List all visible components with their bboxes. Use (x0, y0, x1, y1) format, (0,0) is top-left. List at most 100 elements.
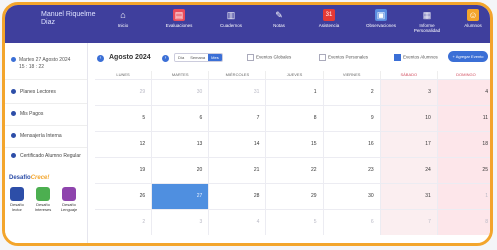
calendar-day[interactable]: 4 (209, 210, 267, 235)
checkbox-checked[interactable] (394, 54, 401, 61)
calendar-day[interactable]: 14 (209, 132, 267, 157)
calendar-day[interactable]: 11 (437, 106, 490, 131)
calendar-day[interactable]: 16 (323, 132, 381, 157)
calendar-day[interactable]: 2 (323, 80, 381, 105)
calendar-grid: LUNES MARTES MIÉRCOLES JUEVES VIERNES SÁBADO D… (95, 71, 490, 235)
calendar-day[interactable]: 3 (380, 80, 438, 105)
nav-inicio[interactable]: ⌂ Inicio (105, 9, 141, 39)
calendar-day[interactable]: 8 (266, 106, 324, 131)
filter-eventos-globales[interactable]: Eventos Globales (247, 54, 291, 61)
sidebar-item-mensajeria[interactable]: Mensajería Interna (11, 133, 81, 139)
calendar-day[interactable]: 20 (152, 158, 210, 183)
view-week-button[interactable]: Semana (187, 54, 209, 61)
day-number: 31 (253, 89, 260, 95)
calendar-day[interactable]: 22 (266, 158, 324, 183)
day-number: 23 (368, 167, 374, 173)
app-desafio-intereses[interactable]: Desafío Intereses (33, 187, 53, 212)
checkbox[interactable] (319, 54, 326, 61)
calendar-day[interactable]: 19 (95, 158, 153, 183)
calendar-day[interactable]: 30 (152, 80, 210, 105)
calendar-day-selected[interactable]: 27 (152, 184, 210, 209)
calendar-day[interactable]: 6 (152, 106, 210, 131)
current-datetime: Martes 27 Agosto 2024 15 : 18 : 22 (11, 57, 70, 71)
nav-observaciones[interactable]: ▣ Observaciones (363, 9, 399, 39)
sidebar-item-label: Mis Pagos (20, 111, 44, 117)
day-number: 28 (253, 193, 260, 199)
nav-evaluaciones[interactable]: ▤ Evaluaciones (161, 9, 197, 39)
nav-alumnos[interactable]: ☺ Alumnos (455, 9, 490, 39)
day-number: 29 (311, 193, 317, 199)
calendar-day[interactable]: 4 (437, 80, 490, 105)
calendar-day[interactable]: 9 (323, 106, 381, 131)
payment-icon (11, 111, 16, 117)
day-number: 8 (313, 115, 317, 121)
nav-label: Informe Personalidad (413, 23, 441, 33)
calendar-day[interactable]: 7 (209, 106, 267, 131)
calendar-day[interactable]: 1 (266, 80, 324, 105)
calendar-day[interactable]: 29 (266, 184, 324, 209)
calendar-day[interactable]: 17 (380, 132, 438, 157)
sidebar-item-certificado[interactable]: Certificado Alumno Regular (11, 153, 90, 159)
weekday-header: LUNES MARTES MIÉRCOLES JUEVES VIERNES SÁBADO D… (95, 71, 490, 79)
sidebar-item-label: Mensajería Interna (20, 133, 62, 139)
filter-label: Eventos Alumnos (403, 54, 438, 60)
calendar-day[interactable]: 8 (437, 210, 490, 235)
calendar-day[interactable]: 3 (152, 210, 210, 235)
calendar-day[interactable]: 7 (380, 210, 438, 235)
filter-eventos-personales[interactable]: Eventos Personales (319, 54, 368, 61)
calendar-day[interactable]: 1 (437, 184, 490, 209)
calendar-day[interactable]: 6 (323, 210, 381, 235)
nav-informe-personalidad[interactable]: ▦ Informe Personalidad (409, 9, 445, 39)
calendar-day[interactable]: 23 (323, 158, 381, 183)
calendar-day[interactable]: 10 (380, 106, 438, 131)
day-number: 7 (256, 115, 260, 121)
day-number: 22 (311, 167, 317, 173)
calendar-day[interactable]: 21 (209, 158, 267, 183)
calendar-day[interactable]: 13 (152, 132, 210, 157)
sidebar-item-mis-pagos[interactable]: Mis Pagos (11, 111, 81, 117)
calendar-day[interactable]: 28 (209, 184, 267, 209)
clipboard-icon: ▤ (173, 9, 185, 21)
calendar-day[interactable]: 31 (380, 184, 438, 209)
report-icon: ▦ (422, 10, 432, 20)
nav-label: Alumnos (464, 23, 482, 28)
divider (5, 125, 87, 126)
day-number: 19 (139, 167, 146, 173)
view-month-button[interactable]: Mes (208, 54, 222, 61)
sidebar-item-label: Planes Lectores (20, 89, 56, 95)
calendar-day[interactable]: 18 (437, 132, 490, 157)
sidebar-item-planes-lectores[interactable]: Planes Lectores (11, 89, 81, 95)
calendar-day[interactable]: 5 (95, 106, 153, 131)
filter-eventos-alumnos[interactable]: Eventos Alumnos (394, 54, 438, 61)
day-number: 6 (199, 115, 203, 121)
calendar-day[interactable]: 15 (266, 132, 324, 157)
calendar-day[interactable]: 30 (323, 184, 381, 209)
desafio-title-main: Desafío (9, 175, 31, 181)
app-desafio-lenguaje[interactable]: Desafío Lenguaje (59, 187, 79, 212)
day-number: 12 (139, 141, 146, 147)
prev-month-button[interactable]: ‹ (97, 55, 104, 62)
nav-label: Evaluaciones (165, 23, 193, 28)
calendar-day[interactable]: 25 (437, 158, 490, 183)
calendar-day[interactable]: 26 (95, 184, 153, 209)
nav-cuadernos[interactable]: ▥ Cuadernos (213, 9, 249, 39)
calendar-day[interactable]: 24 (380, 158, 438, 183)
nav-asistencia[interactable]: 31 Asistencia (311, 9, 347, 39)
grades-icon: ✎ (275, 10, 283, 20)
calendar-day[interactable]: 5 (266, 210, 324, 235)
nav-notas[interactable]: ✎ Notas (261, 9, 297, 39)
day-number: 30 (196, 89, 203, 95)
user-name: Manuel Riquelme Diaz (41, 11, 96, 26)
calendar-day[interactable]: 31 (209, 80, 267, 105)
calendar-day[interactable]: 12 (95, 132, 153, 157)
calendar-day[interactable]: 2 (95, 210, 153, 235)
app-desafio-lector[interactable]: Desafío lector (7, 187, 27, 212)
current-date: Martes 27 Agosto 2024 (19, 57, 71, 63)
calendar-day[interactable]: 29 (95, 80, 153, 105)
next-month-button[interactable]: › (162, 55, 169, 62)
app-label: Desafío lector (10, 202, 24, 212)
view-day-button[interactable]: Día (175, 54, 188, 61)
add-event-button[interactable]: + Agregar Evento (448, 51, 488, 62)
day-number: 10 (425, 115, 431, 121)
checkbox[interactable] (247, 54, 254, 61)
